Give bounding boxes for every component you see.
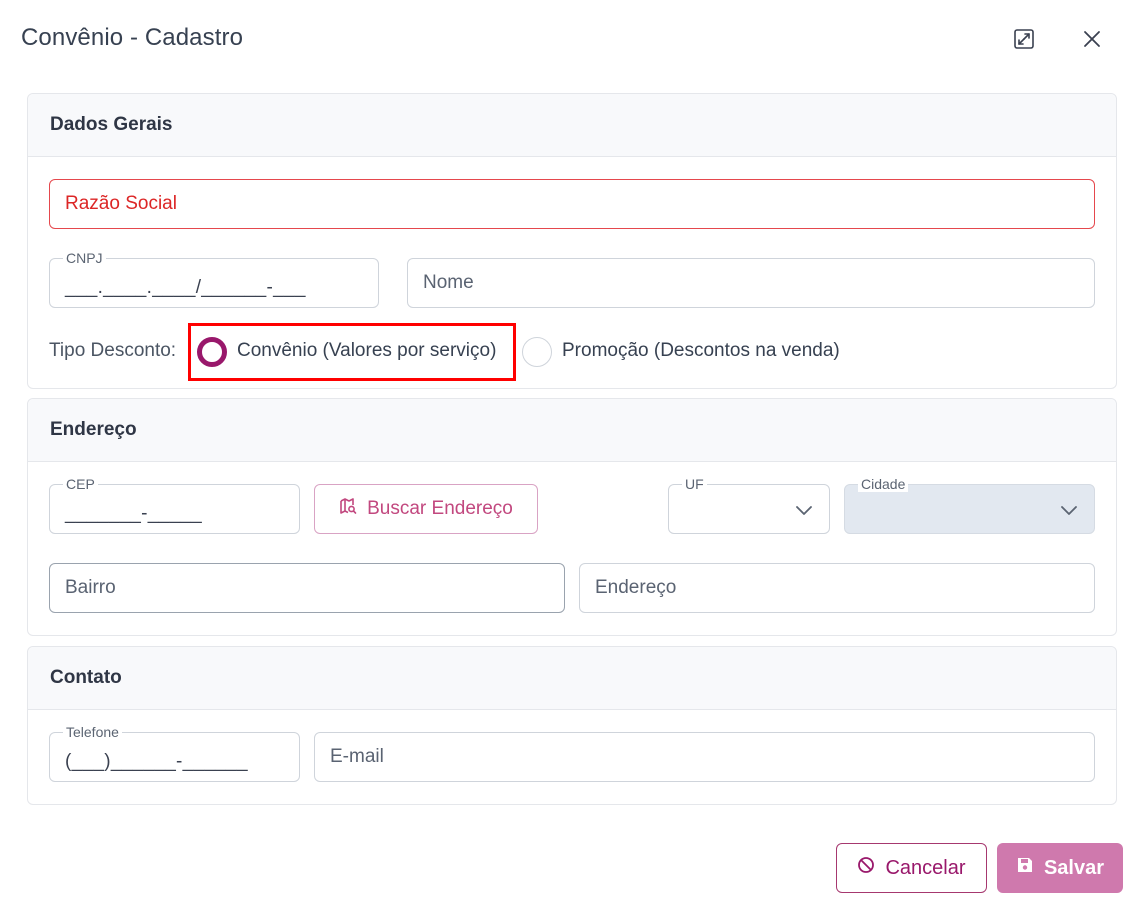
close-icon[interactable] [1079, 26, 1105, 52]
card-header: Endereço [28, 399, 1116, 462]
expand-icon[interactable] [1011, 26, 1037, 52]
cidade-label: Cidade [858, 476, 909, 492]
chevron-down-icon [1060, 501, 1078, 525]
telefone-mask: (___)______-______ [65, 751, 248, 772]
uf-label: UF [682, 476, 707, 492]
buscar-endereco-button[interactable]: Buscar Endereço [314, 484, 538, 534]
cep-label: CEP [63, 476, 98, 492]
save-button[interactable]: Salvar [997, 843, 1123, 893]
cidade-select[interactable]: Cidade [844, 476, 1095, 534]
cnpj-label: CNPJ [63, 250, 106, 266]
razao-social-input[interactable]: Razão Social [49, 179, 1095, 229]
radio-promocao[interactable] [522, 337, 552, 367]
card-header: Dados Gerais [28, 94, 1116, 157]
highlight-box [188, 323, 516, 381]
map-search-icon [339, 497, 357, 521]
card-header: Contato [28, 647, 1116, 710]
nome-input[interactable]: Nome [407, 258, 1095, 308]
cnpj-mask: ___.____.____/______-___ [65, 277, 306, 298]
telefone-label: Telefone [63, 724, 122, 740]
cep-input[interactable]: CEP _______-_____ [49, 476, 300, 534]
card-title: Contato [50, 667, 122, 688]
cancel-label: Cancelar [885, 856, 966, 879]
dialog-title: Convênio - Cadastro [21, 24, 244, 51]
bairro-placeholder: Bairro [65, 577, 116, 598]
cancel-button[interactable]: Cancelar [836, 843, 987, 893]
endereco-placeholder: Endereço [595, 577, 677, 598]
uf-select[interactable]: UF [668, 476, 830, 534]
nome-placeholder: Nome [423, 272, 474, 293]
card-title: Dados Gerais [50, 114, 173, 135]
telefone-input[interactable]: Telefone (___)______-______ [49, 724, 300, 782]
razao-social-placeholder: Razão Social [65, 193, 177, 214]
floppy-disk-icon [1016, 856, 1034, 880]
buscar-endereco-label: Buscar Endereço [367, 498, 513, 519]
card-title: Endereço [50, 419, 137, 440]
radio-promocao-label[interactable]: Promoção (Descontos na venda) [562, 340, 840, 362]
chevron-down-icon [795, 501, 813, 525]
bairro-input[interactable]: Bairro [49, 563, 565, 613]
cep-mask: _______-_____ [65, 503, 203, 524]
email-placeholder: E-mail [330, 746, 384, 767]
tipo-desconto-label: Tipo Desconto: [49, 340, 177, 361]
email-input[interactable]: E-mail [314, 732, 1095, 782]
endereco-input[interactable]: Endereço [579, 563, 1095, 613]
save-label: Salvar [1043, 856, 1105, 879]
ban-icon [857, 856, 875, 880]
cnpj-input[interactable]: CNPJ ___.____.____/______-___ [49, 250, 379, 308]
